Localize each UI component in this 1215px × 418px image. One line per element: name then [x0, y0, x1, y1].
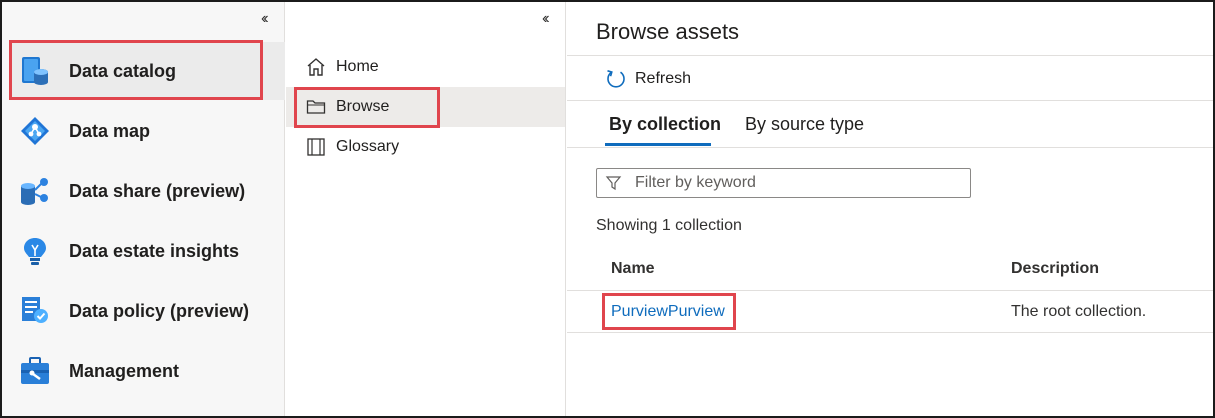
nav-item-label: Data catalog — [69, 60, 177, 81]
filter-box[interactable] — [596, 168, 971, 198]
data-map-icon — [21, 117, 49, 145]
book-icon — [307, 138, 325, 156]
collapse-nav-icon[interactable]: ‹‹ — [261, 10, 268, 28]
nav-item-management[interactable]: Management — [12, 342, 285, 400]
policy-document-icon — [22, 297, 48, 323]
result-count: Showing 1 collection — [596, 217, 742, 234]
nav-item-data-share[interactable]: Data share (preview) — [12, 162, 285, 220]
data-catalog-icon — [22, 57, 48, 85]
app-window: ‹‹ Data catalog Data map Data share (pre… — [0, 0, 1215, 418]
folder-icon — [306, 100, 326, 114]
divider — [567, 100, 1213, 101]
column-header-description[interactable]: Description — [1011, 260, 1099, 278]
subnav-item-home[interactable]: Home — [286, 47, 565, 87]
nav-item-label: Data map — [69, 120, 151, 141]
main-content: Browse assets Refresh By collection By s… — [567, 2, 1213, 416]
divider — [567, 147, 1213, 148]
refresh-button[interactable]: Refresh — [605, 68, 691, 90]
subnav-item-label: Glossary — [336, 138, 400, 155]
refresh-icon — [607, 70, 625, 88]
toolbox-icon — [21, 357, 49, 384]
subnav-item-browse[interactable]: Browse — [286, 87, 565, 127]
home-icon — [307, 58, 325, 76]
subnav-item-glossary[interactable]: Glossary — [286, 127, 565, 167]
nav-item-label: Data estate insights — [69, 240, 240, 261]
nav-item-label: Data share (preview) — [69, 180, 246, 201]
collection-description: The root collection. — [1011, 303, 1147, 320]
tab-by-collection[interactable]: By collection — [609, 114, 721, 135]
column-header-name[interactable]: Name — [611, 260, 655, 278]
filter-input[interactable] — [635, 174, 965, 192]
selected-tab-indicator — [605, 143, 711, 146]
nav-item-data-map[interactable]: Data map — [12, 102, 285, 160]
nav-item-data-policy[interactable]: Data policy (preview) — [12, 282, 285, 340]
collapse-subnav-icon[interactable]: ‹‹ — [542, 10, 549, 28]
secondary-nav: ‹‹ Home Browse Glossary — [286, 2, 566, 416]
nav-item-label: Management — [69, 360, 180, 381]
refresh-label: Refresh — [635, 70, 692, 87]
insights-lightbulb-icon — [24, 238, 46, 265]
subnav-item-label: Home — [336, 58, 379, 75]
page-title: Browse assets — [596, 19, 740, 44]
data-share-icon — [21, 178, 48, 205]
nav-item-label: Data policy (preview) — [69, 300, 250, 321]
table-divider — [567, 332, 1213, 333]
divider — [567, 55, 1213, 56]
tab-by-source-type[interactable]: By source type — [745, 114, 864, 135]
filter-funnel-icon — [605, 176, 622, 191]
nav-item-data-catalog[interactable]: Data catalog — [12, 42, 285, 100]
primary-nav: ‹‹ Data catalog Data map Data share (pre… — [2, 2, 285, 416]
nav-item-data-estate-insights[interactable]: Data estate insights — [12, 222, 285, 280]
table-divider — [567, 290, 1213, 291]
subnav-item-label: Browse — [336, 98, 390, 115]
collection-link[interactable]: PurviewPurview — [611, 303, 725, 321]
